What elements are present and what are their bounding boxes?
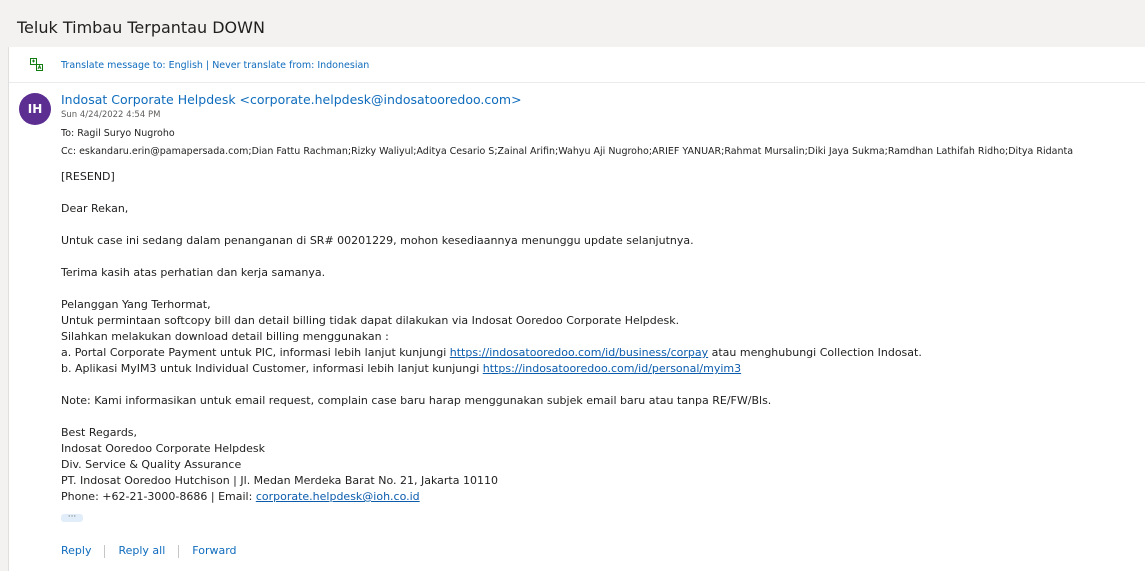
- myim3-link[interactable]: https://indosatooredoo.com/id/personal/m…: [483, 362, 741, 375]
- forward-button[interactable]: Forward: [192, 543, 236, 559]
- subject-bar: Teluk Timbau Terpantau DOWN: [0, 0, 1145, 46]
- signature-address: PT. Indosat Ooredoo Hutchison | Jl. Meda…: [61, 474, 498, 487]
- never-translate-link[interactable]: Never translate from: Indonesian: [212, 60, 369, 71]
- note-line: Note: Kami informasikan untuk email requ…: [61, 394, 772, 407]
- thanks-line: Terima kasih atas perhatian dan kerja sa…: [61, 266, 326, 279]
- translate-icon: [30, 58, 43, 71]
- message-actions: Reply Reply all Forward: [61, 543, 237, 559]
- message-body: [RESEND] Dear Rekan, Untuk case ini seda…: [61, 169, 1131, 505]
- email-subject: Teluk Timbau Terpantau DOWN: [17, 18, 265, 37]
- reply-all-button[interactable]: Reply all: [118, 543, 165, 559]
- sender-name[interactable]: Indosat Corporate Helpdesk <corporate.he…: [61, 92, 522, 108]
- translate-link[interactable]: Translate message to: English: [61, 60, 203, 71]
- greeting: Dear Rekan,: [61, 202, 129, 215]
- signature-team: Indosat Ooredoo Corporate Helpdesk: [61, 442, 265, 455]
- translate-text: Translate message to: English | Never tr…: [61, 59, 369, 72]
- notice-line-b: b. Aplikasi MyIM3 untuk Individual Custo…: [61, 361, 1131, 377]
- notice-line-1: Pelanggan Yang Terhormat,: [61, 298, 211, 311]
- notice-line-2: Untuk permintaan softcopy bill dan detai…: [61, 314, 680, 327]
- corpay-link[interactable]: https://indosatooredoo.com/id/business/c…: [450, 346, 708, 359]
- notice-line-a: a. Portal Corporate Payment untuk PIC, i…: [61, 345, 1131, 361]
- notice-line-3: Silahkan melakukan download detail billi…: [61, 330, 389, 343]
- notice-a-suffix: atau menghubungi Collection Indosat.: [708, 346, 922, 359]
- action-divider: [104, 544, 106, 558]
- avatar[interactable]: IH: [19, 93, 51, 125]
- action-divider: [178, 544, 180, 558]
- message-panel: Translate message to: English | Never tr…: [8, 47, 1145, 571]
- reply-button[interactable]: Reply: [61, 543, 91, 559]
- to-recipients[interactable]: To: Ragil Suryo Nugroho: [61, 127, 175, 140]
- notice-b-text: b. Aplikasi MyIM3 untuk Individual Custo…: [61, 362, 483, 375]
- cc-recipients[interactable]: Cc: eskandaru.erin@pamapersada.com;Dian …: [61, 145, 1073, 158]
- case-line: Untuk case ini sedang dalam penanganan d…: [61, 234, 694, 247]
- signature-regards: Best Regards,: [61, 426, 138, 439]
- resend-tag: [RESEND]: [61, 170, 115, 183]
- show-more-ellipsis[interactable]: ···: [61, 513, 83, 522]
- signature-contact: Phone: +62-21-3000-8686 | Email: corpora…: [61, 489, 1131, 505]
- notice-a-text: a. Portal Corporate Payment untuk PIC, i…: [61, 346, 450, 359]
- message-datetime: Sun 4/24/2022 4:54 PM: [61, 110, 161, 120]
- signature-division: Div. Service & Quality Assurance: [61, 458, 242, 471]
- translate-bar: Translate message to: English | Never tr…: [9, 47, 1145, 83]
- translate-separator: |: [202, 60, 213, 71]
- email-link[interactable]: corporate.helpdesk@ioh.co.id: [256, 490, 420, 503]
- phone-text: Phone: +62-21-3000-8686 | Email:: [61, 490, 256, 503]
